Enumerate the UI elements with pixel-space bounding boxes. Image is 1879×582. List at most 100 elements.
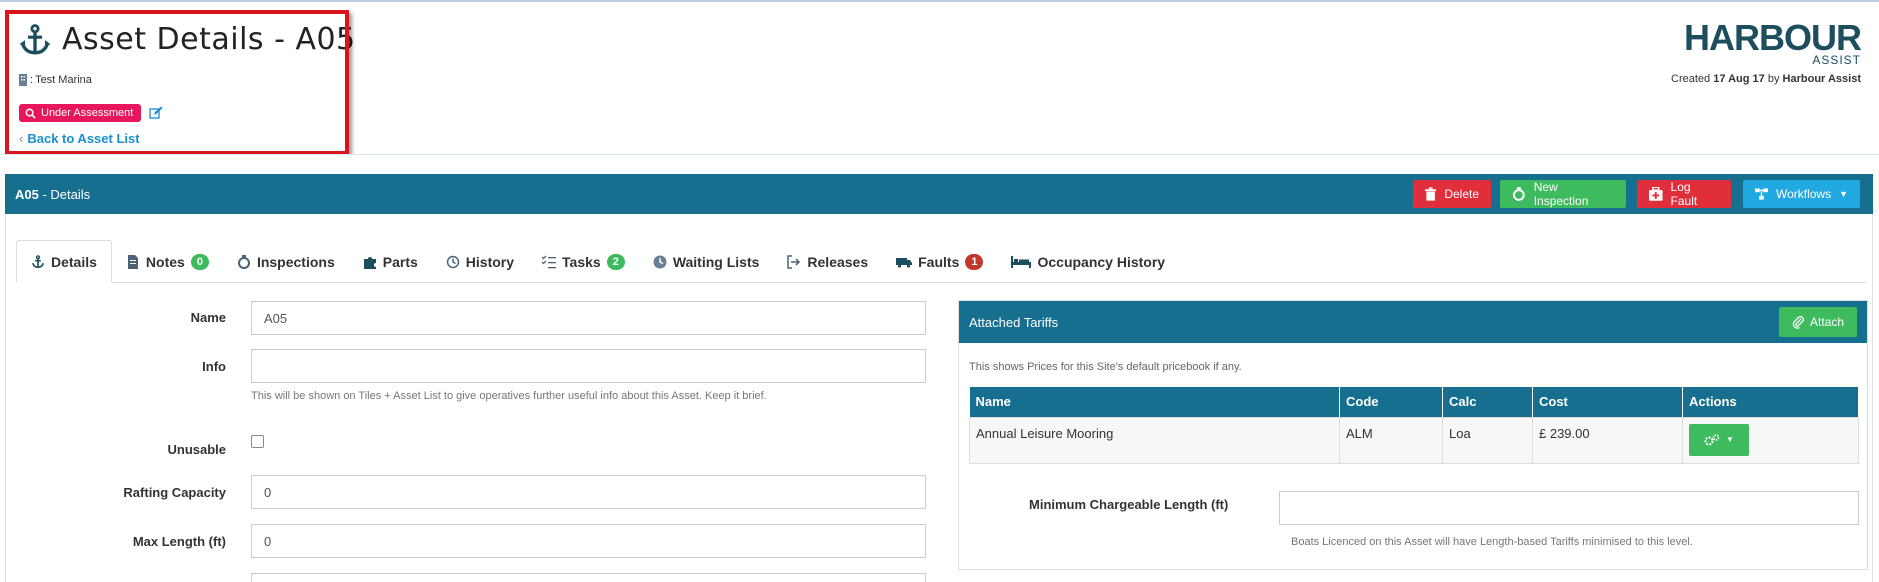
created-info: Created 17 Aug 17 by Harbour Assist (1671, 73, 1861, 85)
tab-details[interactable]: Details (16, 240, 112, 283)
details-panel-header: A05 - Details Delete New Inspection Log … (5, 174, 1873, 214)
panel-title-asset: A05 (15, 187, 39, 202)
tariff-actions-button[interactable]: ▼ (1689, 423, 1749, 456)
attach-label: Attach (1809, 315, 1845, 329)
tab-faults[interactable]: Faults 1 (882, 240, 997, 283)
caret-down-icon: ▼ (1839, 189, 1848, 199)
notes-count-badge: 0 (190, 253, 209, 270)
header-divider (0, 154, 1879, 174)
name-label: Name (190, 310, 226, 325)
created-date: 17 Aug 17 (1713, 73, 1765, 85)
tariff-name: Annual Leisure Mooring (969, 416, 1340, 464)
tariffs-table: Name Code Calc Cost Actions Annual Leisu… (969, 387, 1859, 464)
tariff-calc: Loa (1442, 416, 1533, 464)
workflows-label: Workflows (1775, 187, 1832, 201)
inspection-icon (1512, 187, 1525, 201)
min-chargeable-length-help: Boats Licenced on this Asset will have L… (1291, 536, 1693, 548)
history-icon (446, 255, 460, 268)
info-help-text: This will be shown on Tiles + Asset List… (251, 390, 767, 402)
anchor-icon (31, 254, 45, 268)
logo-main: HARBOUR (1684, 17, 1862, 58)
tariffs-title: Attached Tariffs (969, 315, 1059, 330)
attached-tariffs-panel: Attached Tariffs Attach This shows Price… (958, 300, 1868, 570)
new-inspection-button[interactable]: New Inspection (1500, 180, 1626, 208)
log-fault-button[interactable]: Log Fault (1637, 180, 1731, 208)
file-icon (127, 254, 138, 269)
panel-title: A05 - Details (15, 187, 90, 202)
next-field-input[interactable] (251, 573, 926, 582)
tab-inspections[interactable]: Inspections (223, 240, 349, 283)
faults-count-badge: 1 (965, 253, 984, 270)
panel-title-rest: - Details (38, 187, 91, 202)
paperclip-icon (1792, 316, 1804, 329)
puzzle-icon (363, 256, 376, 269)
bed-icon (1011, 255, 1032, 268)
gears-icon (1704, 433, 1720, 445)
tariff-actions: ▼ (1682, 416, 1859, 464)
tariff-code: ALM (1339, 416, 1443, 464)
tab-tasks-label: Tasks (562, 253, 601, 270)
column-header-actions: Actions (1682, 387, 1859, 417)
highlight-annotation (5, 10, 349, 155)
sitemap-icon (1755, 188, 1768, 200)
max-length-label: Max Length (ft) (132, 534, 226, 549)
inspection-icon (237, 254, 250, 269)
rafting-capacity-input[interactable]: 0 (251, 475, 926, 509)
max-length-input[interactable]: 0 (251, 524, 926, 558)
tab-releases[interactable]: Releases (773, 240, 882, 283)
tab-details-label: Details (51, 253, 97, 270)
unusable-checkbox[interactable] (251, 435, 264, 448)
tariff-cost: £ 239.00 (1532, 416, 1683, 464)
column-header-cost: Cost (1532, 387, 1683, 417)
tasks-count-badge: 2 (606, 253, 625, 270)
tab-waiting-lists-label: Waiting Lists (672, 253, 760, 270)
tab-faults-label: Faults (918, 253, 960, 270)
tariffs-note: This shows Prices for this Site's defaul… (969, 361, 1242, 373)
column-header-calc: Calc (1442, 387, 1533, 417)
tab-bar: Details Notes 0 Inspections Parts Histor… (16, 240, 1866, 283)
tab-notes-label: Notes (145, 253, 185, 270)
info-label: Info (202, 359, 226, 374)
min-chargeable-length-label: Minimum Chargeable Length (ft) (1029, 497, 1229, 512)
delete-button[interactable]: Delete (1413, 180, 1491, 208)
column-header-name: Name (969, 387, 1340, 417)
created-by: Harbour Assist (1782, 73, 1861, 85)
clock-icon (653, 255, 667, 268)
tab-parts-label: Parts (382, 253, 418, 270)
attach-button[interactable]: Attach (1779, 307, 1857, 337)
trash-icon (1425, 187, 1437, 201)
page-header: Asset Details - A05 : Test Marina Under … (0, 0, 1879, 155)
tab-history-label: History (465, 253, 515, 270)
tab-occupancy-history[interactable]: Occupancy History (997, 240, 1179, 283)
table-row: Annual Leisure Mooring ALM Loa £ 239.00 … (969, 416, 1859, 464)
rafting-capacity-label: Rafting Capacity (123, 485, 226, 500)
info-input[interactable] (251, 349, 926, 383)
name-input[interactable]: A05 (251, 301, 926, 335)
caret-down-icon: ▼ (1726, 435, 1734, 444)
tab-inspections-label: Inspections (256, 253, 335, 270)
new-inspection-label: New Inspection (1533, 180, 1589, 208)
min-chargeable-length-input[interactable] (1279, 491, 1859, 525)
first-aid-icon (1649, 187, 1663, 201)
tab-history[interactable]: History (432, 240, 528, 283)
tab-waiting-lists[interactable]: Waiting Lists (639, 240, 774, 283)
tab-notes[interactable]: Notes 0 (112, 240, 223, 283)
unusable-label: Unusable (167, 442, 226, 457)
details-panel-body: Details Notes 0 Inspections Parts Histor… (5, 214, 1873, 582)
ambulance-icon (896, 257, 913, 268)
tasks-icon (542, 255, 557, 268)
tab-parts[interactable]: Parts (349, 240, 432, 283)
created-by-prefix: by (1767, 73, 1780, 85)
created-prefix: Created (1671, 73, 1711, 85)
log-fault-label: Log Fault (1670, 180, 1698, 208)
table-header-row: Name Code Calc Cost Actions (969, 387, 1859, 417)
tab-tasks[interactable]: Tasks 2 (528, 240, 639, 283)
workflows-dropdown-button[interactable]: Workflows ▼ (1743, 180, 1860, 208)
tab-releases-label: Releases (807, 253, 869, 270)
tab-occupancy-history-label: Occupancy History (1037, 253, 1166, 270)
sign-out-icon (787, 254, 801, 269)
logo: HARBOUR ASSIST (1684, 17, 1862, 68)
column-header-code: Code (1339, 387, 1443, 417)
delete-label: Delete (1444, 187, 1479, 201)
tariffs-header: Attached Tariffs Attach (959, 301, 1867, 343)
